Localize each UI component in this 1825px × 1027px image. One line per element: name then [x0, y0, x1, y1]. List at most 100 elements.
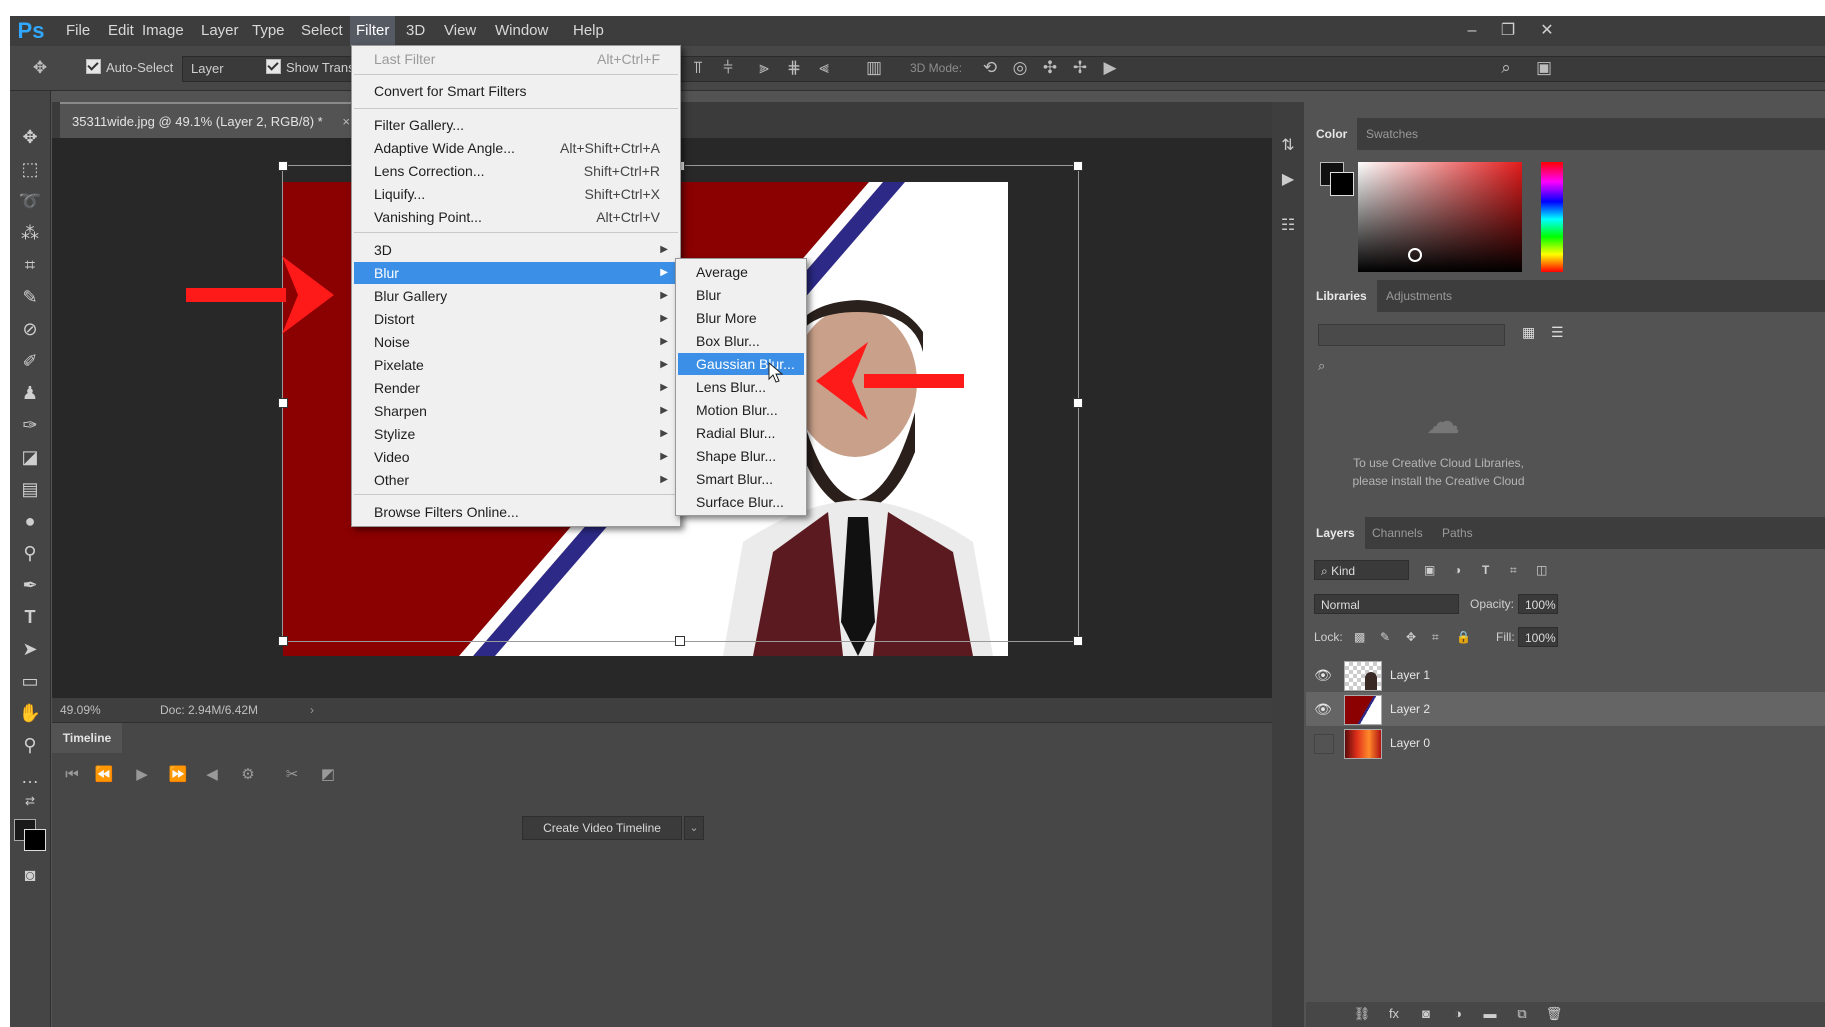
tab-swatches[interactable]: Swatches — [1356, 118, 1428, 150]
submenu-item-blur[interactable]: Blur — [678, 284, 804, 306]
3d-drag-icon[interactable]: ✣ — [1038, 56, 1062, 80]
status-expand-icon[interactable]: › — [310, 698, 314, 722]
timeline-tab[interactable]: Timeline — [52, 723, 122, 753]
crop-tool-icon[interactable]: ⌗ — [16, 251, 44, 279]
layer-row-selected[interactable]: 👁 Layer 2 — [1306, 692, 1825, 726]
distribute-right-icon[interactable]: ⫷ — [812, 56, 836, 80]
menu-layer[interactable]: Layer — [195, 16, 245, 46]
transform-handle[interactable] — [278, 161, 288, 171]
go-to-first-frame-icon[interactable]: ⏮ — [60, 763, 84, 787]
filter-type-icon[interactable]: T — [1482, 559, 1489, 581]
submenu-item-lens-blur[interactable]: Lens Blur... — [678, 376, 804, 398]
layer-row[interactable]: 👁 Layer 1 — [1306, 658, 1825, 692]
document-tab[interactable]: 35311wide.jpg @ 49.1% (Layer 2, RGB/8) *… — [60, 102, 360, 138]
dodge-tool-icon[interactable]: ⚲ — [16, 539, 44, 567]
menu-item-sharpen[interactable]: Sharpen ▶ — [354, 400, 678, 422]
submenu-item-motion-blur[interactable]: Motion Blur... — [678, 399, 804, 421]
zoom-tool-icon[interactable]: ⚲ — [16, 731, 44, 759]
gradient-tool-icon[interactable]: ▤ — [16, 475, 44, 503]
submenu-item-smart-blur[interactable]: Smart Blur... — [678, 468, 804, 490]
transform-handle[interactable] — [1073, 161, 1083, 171]
swap-colors-icon[interactable]: ⇄ — [16, 787, 44, 815]
restore-icon[interactable]: ❐ — [1491, 16, 1525, 46]
play-icon[interactable]: ▶ — [130, 763, 154, 787]
split-scissors-icon[interactable]: ✂ — [280, 763, 304, 787]
distribute-hcenter-icon[interactable]: ⋕ — [782, 56, 806, 80]
transform-handle[interactable] — [278, 636, 288, 646]
eye-hidden-icon[interactable] — [1314, 734, 1334, 754]
menu-view[interactable]: View — [438, 16, 482, 46]
quick-mask-icon[interactable]: ◙ — [16, 861, 44, 889]
3d-rotate-icon[interactable]: ⟲ — [978, 56, 1002, 80]
layer-name[interactable]: Layer 2 — [1390, 692, 1430, 726]
link-layers-icon[interactable]: ⛓ — [1352, 1004, 1372, 1024]
close-tab-icon[interactable]: × — [342, 104, 350, 140]
auto-align-icon[interactable]: ▥ — [862, 56, 886, 80]
lock-position-icon[interactable]: ✥ — [1406, 626, 1416, 648]
tab-color[interactable]: Color — [1306, 118, 1358, 150]
lock-transparent-icon[interactable]: ▩ — [1354, 626, 1365, 648]
menu-select[interactable]: Select — [295, 16, 349, 46]
path-selection-tool-icon[interactable]: ➤ — [16, 635, 44, 663]
move-tool-icon[interactable]: ✥ — [16, 123, 44, 151]
zoom-level[interactable]: 49.09% — [60, 698, 101, 722]
menu-item-last-filter[interactable]: Last Filter Alt+Ctrl+F — [354, 48, 678, 70]
submenu-item-blur-more[interactable]: Blur More — [678, 307, 804, 329]
healing-brush-tool-icon[interactable]: ⊘ — [16, 315, 44, 343]
menu-edit[interactable]: Edit — [102, 16, 140, 46]
layer-filter-kind-select[interactable]: ⌕ Kind — [1314, 560, 1409, 580]
lasso-tool-icon[interactable]: ➰ — [16, 187, 44, 215]
tab-paths[interactable]: Paths — [1432, 517, 1483, 549]
menu-file[interactable]: File — [60, 16, 96, 46]
submenu-item-shape-blur[interactable]: Shape Blur... — [678, 445, 804, 467]
filter-pixel-icon[interactable]: ▣ — [1424, 559, 1435, 581]
submenu-item-box-blur[interactable]: Box Blur... — [678, 330, 804, 352]
history-brush-tool-icon[interactable]: ✑ — [16, 411, 44, 439]
fill-input[interactable]: 100% — [1518, 627, 1558, 647]
distribute-left-icon[interactable]: ⫸ — [752, 56, 776, 80]
show-transform-checkbox[interactable]: Show Trans — [266, 56, 355, 80]
magic-wand-tool-icon[interactable]: ⁂ — [16, 219, 44, 247]
menu-item-vanishing-point[interactable]: Vanishing Point... Alt+Ctrl+V — [354, 206, 678, 228]
menu-image[interactable]: Image — [136, 16, 190, 46]
background-color-swatch[interactable] — [24, 829, 46, 851]
list-view-icon[interactable]: ☰ — [1551, 324, 1564, 341]
marquee-tool-icon[interactable]: ⬚ — [16, 155, 44, 183]
menu-item-filter-gallery[interactable]: Filter Gallery... — [354, 114, 678, 136]
menu-item-video[interactable]: Video ▶ — [354, 446, 678, 468]
eye-icon[interactable]: 👁 — [1314, 700, 1332, 718]
workspace-icon[interactable]: ▣ — [1532, 56, 1556, 80]
menu-item-stylize[interactable]: Stylize ▶ — [354, 423, 678, 445]
lock-image-icon[interactable]: ✎ — [1380, 626, 1390, 648]
menu-filter[interactable]: Filter — [350, 16, 396, 46]
menu-help[interactable]: Help — [567, 16, 610, 46]
blur-tool-icon[interactable]: ● — [16, 507, 44, 535]
3d-roll-icon[interactable]: ◎ — [1008, 56, 1032, 80]
menu-item-liquify[interactable]: Liquify... Shift+Ctrl+X — [354, 183, 678, 205]
trash-icon[interactable]: 🗑 — [1544, 1004, 1564, 1024]
fx-icon[interactable]: fx — [1384, 1004, 1404, 1024]
menu-item-lens-correction[interactable]: Lens Correction... Shift+Ctrl+R — [354, 160, 678, 182]
color-picker-ring[interactable] — [1408, 248, 1422, 262]
3d-slide-icon[interactable]: ✢ — [1068, 56, 1092, 80]
opacity-input[interactable]: 100% — [1518, 594, 1558, 614]
next-frame-icon[interactable]: ⏩ — [166, 763, 190, 787]
blend-mode-select[interactable]: Normal — [1314, 594, 1459, 614]
transform-handle[interactable] — [675, 636, 685, 646]
create-video-timeline-button[interactable]: Create Video Timeline — [522, 816, 682, 840]
chevron-down-icon[interactable]: ⌄ — [684, 816, 704, 840]
eye-icon[interactable]: 👁 — [1314, 666, 1332, 684]
transition-icon[interactable]: ◩ — [316, 763, 340, 787]
hue-slider[interactable] — [1541, 162, 1563, 272]
menu-type[interactable]: Type — [246, 16, 291, 46]
tab-adjustments[interactable]: Adjustments — [1376, 280, 1462, 312]
search-icon[interactable]: ⌕ — [1494, 56, 1518, 80]
color-field[interactable] — [1358, 162, 1522, 272]
auto-select-checkbox[interactable]: Auto-Select — [86, 56, 173, 80]
lock-artboard-icon[interactable]: ⌗ — [1432, 626, 1439, 648]
transform-handle[interactable] — [1073, 398, 1083, 408]
menu-item-browse-filters-online[interactable]: Browse Filters Online... — [354, 501, 678, 523]
align-vcenter-icon[interactable]: ⫩ — [716, 56, 740, 80]
grid-view-icon[interactable]: ▦ — [1522, 324, 1535, 341]
brush-tool-icon[interactable]: ✐ — [16, 347, 44, 375]
